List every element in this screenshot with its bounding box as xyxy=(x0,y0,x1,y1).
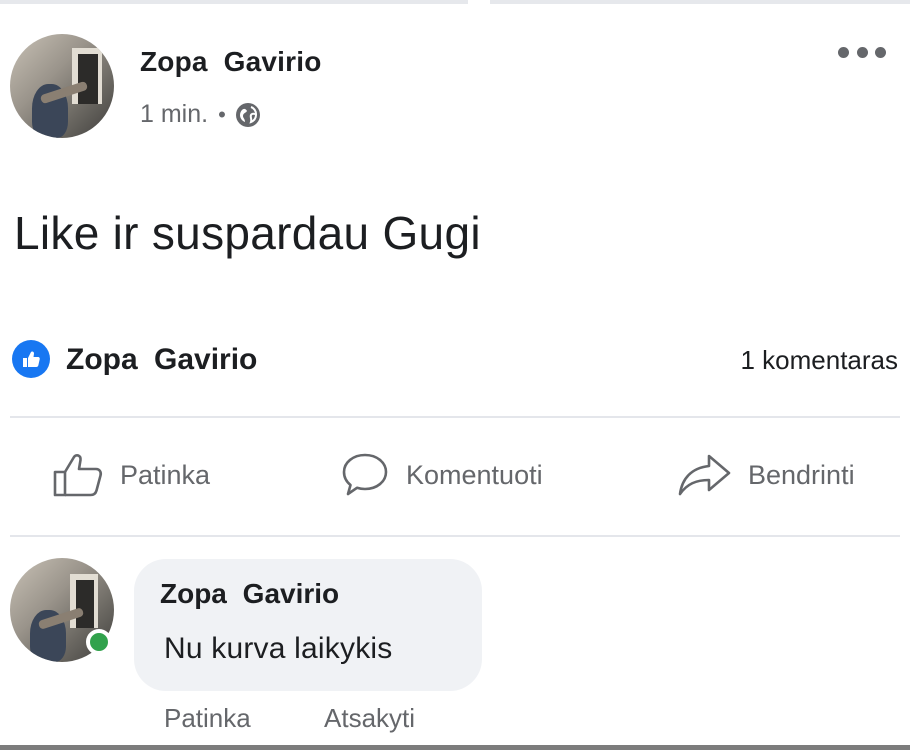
divider xyxy=(10,535,900,537)
comment-bubble-icon xyxy=(342,453,388,496)
post-meta: 1 min. • xyxy=(140,100,262,129)
online-status-indicator xyxy=(86,629,112,655)
post-timestamp[interactable]: 1 min. xyxy=(140,100,208,129)
more-dot xyxy=(875,46,886,58)
comment-reply-link[interactable]: Atsakyti xyxy=(324,703,415,734)
comment-button[interactable]: Komentuoti xyxy=(340,450,543,500)
comment-author-name[interactable]: Zopa Gavirio xyxy=(160,578,339,610)
comment-like-link[interactable]: Patinka xyxy=(164,703,251,734)
author-avatar[interactable] xyxy=(10,34,114,138)
post-text: Like ir suspardau Gugi xyxy=(14,207,481,259)
comment-count[interactable]: 1 komentaras xyxy=(740,345,898,376)
comment-button-label: Komentuoti xyxy=(406,459,543,490)
more-dot xyxy=(838,46,849,58)
avatar-door xyxy=(78,54,98,104)
share-button[interactable]: Bendrinti xyxy=(676,450,855,500)
avatar-door xyxy=(76,580,94,628)
meta-separator: • xyxy=(218,101,226,127)
thumbs-up-icon xyxy=(53,454,103,497)
like-badge-icon[interactable] xyxy=(12,340,50,378)
comment-text: Nu kurva laikykis xyxy=(164,632,393,665)
share-button-label: Bendrinti xyxy=(748,459,855,490)
share-arrow-icon xyxy=(678,454,731,496)
reaction-names[interactable]: Zopa Gavirio xyxy=(66,343,257,377)
top-strip xyxy=(0,0,910,4)
globe-icon[interactable] xyxy=(234,101,262,129)
more-options-icon[interactable] xyxy=(838,40,886,64)
top-strip-gap xyxy=(468,0,490,4)
divider xyxy=(10,416,900,418)
bottom-strip xyxy=(0,745,910,750)
post-author-name[interactable]: Zopa Gavirio xyxy=(140,46,322,78)
like-button-label: Patinka xyxy=(120,459,211,490)
like-button[interactable]: Patinka xyxy=(52,450,210,500)
more-dot xyxy=(856,46,868,58)
